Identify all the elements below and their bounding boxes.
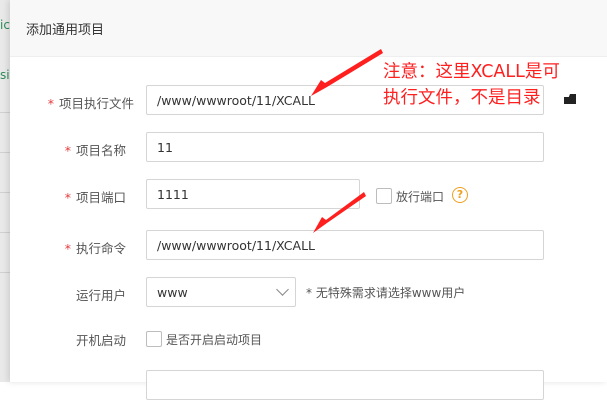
background-text-fragment: ic xyxy=(0,18,10,32)
required-mark: * xyxy=(64,241,71,256)
release-port-checkbox[interactable] xyxy=(376,188,392,204)
next-field-input[interactable] xyxy=(146,370,544,400)
project-port-label: * 项目端口 xyxy=(64,190,126,205)
background-divider xyxy=(0,272,10,273)
project-name-input[interactable] xyxy=(146,132,544,162)
help-icon[interactable]: ? xyxy=(452,187,468,203)
run-user-select[interactable]: www xyxy=(146,277,296,307)
run-user-label: 运行用户 xyxy=(75,288,126,303)
required-mark: * xyxy=(64,143,71,158)
background-divider xyxy=(0,112,10,113)
autostart-checkbox[interactable] xyxy=(146,331,162,347)
add-project-dialog: 添加通用项目 *项目执行文件 *项目名称 *项目端口 放行端口 ? *执行命令 … xyxy=(10,0,607,400)
command-input[interactable] xyxy=(146,230,544,260)
command-label: * 执行命令 xyxy=(64,241,126,256)
annotation-line-1: 注意：这里XCALL是可 xyxy=(383,62,560,82)
exec-file-label: * 项目执行文件 xyxy=(47,96,134,111)
required-mark: * xyxy=(64,190,71,205)
dialog-title: 添加通用项目 xyxy=(26,23,105,38)
project-name-label: * 项目名称 xyxy=(64,143,126,158)
chevron-down-icon xyxy=(276,283,289,296)
background-divider xyxy=(0,192,10,193)
project-port-input[interactable] xyxy=(146,179,360,209)
background-divider xyxy=(0,152,10,153)
dialog-header: 添加通用项目 xyxy=(10,0,607,57)
autostart-label: 开机启动 xyxy=(75,333,126,348)
background-divider xyxy=(0,232,10,233)
annotation-line-2: 执行文件，不是目录 xyxy=(383,88,541,108)
release-port-label: 放行端口 xyxy=(396,190,445,204)
run-user-value: www xyxy=(157,285,188,300)
required-mark: * xyxy=(47,96,54,111)
annotation-note: 注意：这里XCALL是可 执行文件，不是目录 xyxy=(383,59,560,111)
run-user-hint: * 无特殊需求请选择www用户 xyxy=(306,286,466,300)
folder-icon[interactable] xyxy=(564,94,576,104)
background-text-fragment: si xyxy=(0,68,10,82)
autostart-checkbox-label: 是否开启启动项目 xyxy=(166,333,263,347)
